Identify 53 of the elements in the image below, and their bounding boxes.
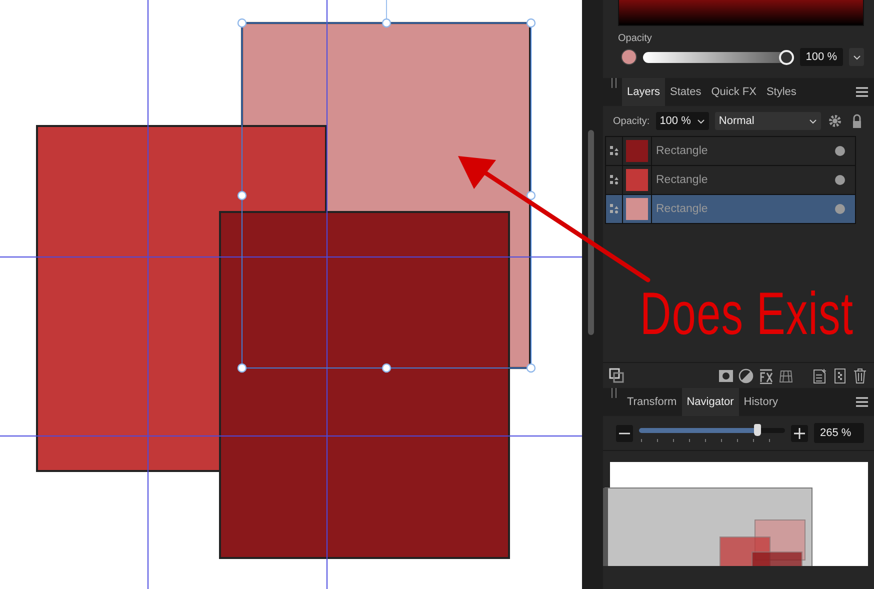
scrollbar-thumb[interactable] — [588, 130, 594, 335]
slider-thumb[interactable] — [754, 424, 762, 436]
panel-tab[interactable]: Styles — [761, 78, 802, 106]
add-layer-icon[interactable] — [812, 368, 828, 384]
panel-tab[interactable]: Quick FX — [706, 78, 762, 106]
adjustment-icon[interactable] — [738, 368, 754, 384]
opacity-dropdown[interactable]: 100 % — [656, 112, 709, 130]
layer-thumbnail — [626, 140, 648, 162]
color-gradient[interactable] — [618, 0, 864, 26]
settings-icon[interactable] — [826, 113, 843, 129]
layer-thumbnail — [626, 169, 648, 191]
menu-icon[interactable] — [856, 397, 868, 407]
layer-name: Rectangle — [655, 202, 709, 217]
slider-thumb[interactable] — [778, 50, 794, 64]
delete-icon[interactable] — [852, 368, 868, 384]
chevron-icon — [808, 118, 817, 124]
zoom-in-button[interactable] — [791, 424, 808, 442]
color-swatch[interactable] — [621, 49, 637, 65]
blend-mode-dropdown[interactable]: Normal — [714, 112, 821, 130]
mesh-icon[interactable] — [778, 368, 794, 384]
visibility-dot-icon[interactable] — [835, 146, 845, 156]
plus-icon — [794, 428, 805, 438]
layer-type-icon — [610, 146, 618, 156]
visibility-dot-icon[interactable] — [835, 175, 845, 185]
opacity-label: Opacity — [617, 32, 653, 44]
dropdown-button[interactable] — [849, 48, 864, 66]
panel-tab[interactable]: States — [665, 78, 706, 106]
layer-name: Rectangle — [655, 144, 709, 159]
layer-thumbnail — [626, 198, 648, 220]
panel-tab[interactable]: History — [738, 388, 784, 416]
chevron-icon — [696, 118, 705, 124]
zoom-out-button[interactable] — [616, 424, 633, 442]
layer-row[interactable]: Rectangle — [606, 137, 855, 166]
layer-name: Rectangle — [655, 173, 709, 188]
panel-tab[interactable]: Layers — [622, 78, 666, 106]
opacity-slider[interactable] — [643, 50, 794, 64]
rasterize-icon[interactable] — [832, 368, 848, 384]
layer-type-icon — [610, 204, 618, 214]
mask-icon[interactable] — [718, 368, 734, 384]
chevron-icon — [852, 54, 860, 60]
opacity-label: Opacity: — [613, 116, 650, 126]
zoom-value[interactable]: 265 % — [814, 423, 864, 443]
layer-type-icon — [610, 175, 618, 185]
panel-tab[interactable]: Transform — [622, 388, 682, 416]
visibility-dot-icon[interactable] — [835, 204, 845, 214]
opacity-value[interactable]: 100 % — [800, 48, 843, 66]
fx-icon[interactable] — [758, 368, 774, 384]
layer-row[interactable]: Rectangle — [606, 166, 855, 195]
arrange-icon[interactable] — [609, 368, 625, 384]
menu-icon[interactable] — [856, 87, 868, 97]
annotation-text: Does Exist — [640, 284, 854, 344]
zoom-slider[interactable] — [639, 424, 785, 442]
panel-tab[interactable]: Navigator — [682, 388, 739, 416]
